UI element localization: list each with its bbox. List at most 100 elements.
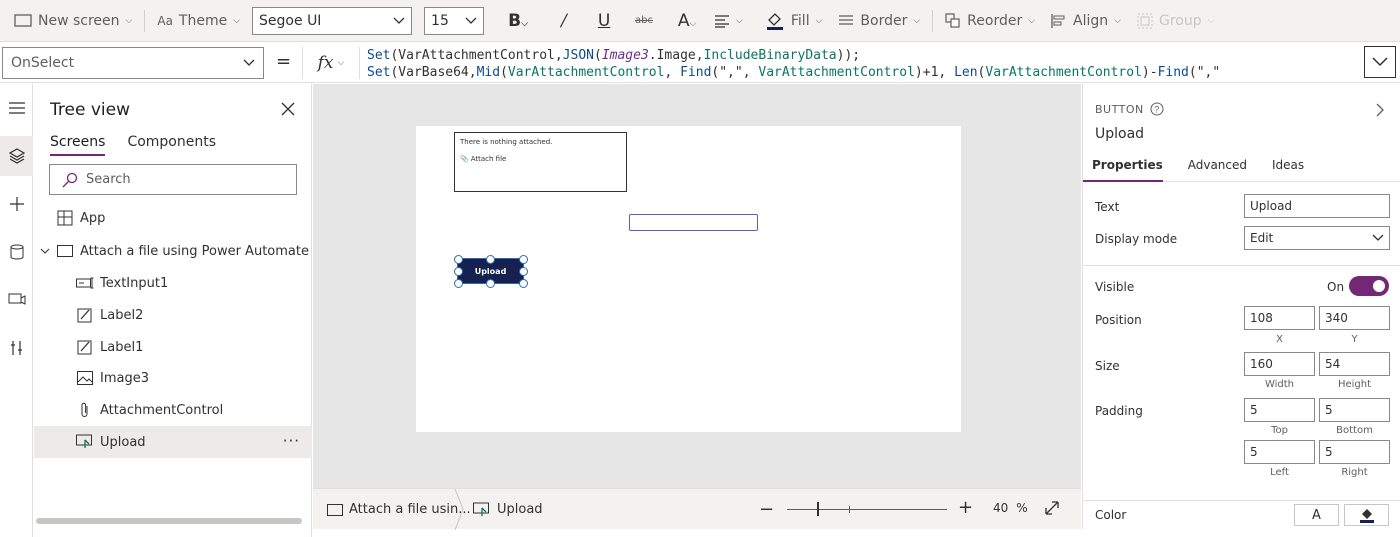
align-button[interactable]: Align ⌵ xyxy=(1043,0,1129,42)
tab-ideas[interactable]: Ideas xyxy=(1263,158,1304,182)
attach-file-link[interactable]: Attach file xyxy=(471,155,507,163)
tree-item-attachmentcontrol[interactable]: AttachmentControl xyxy=(34,394,312,426)
formula-token: ( xyxy=(500,65,508,79)
property-select[interactable]: OnSelect xyxy=(2,47,264,79)
bold-button[interactable]: B⌵ xyxy=(498,11,538,31)
underline-button[interactable]: U xyxy=(584,11,624,31)
data-rail-button[interactable] xyxy=(0,232,33,272)
screen-icon xyxy=(327,503,343,516)
chevron-down-icon: ⌵ xyxy=(815,15,823,26)
padding-left-input[interactable]: 5 xyxy=(1244,440,1315,464)
tab-properties[interactable]: Properties xyxy=(1083,158,1163,182)
padding-right-input[interactable]: 5 xyxy=(1319,440,1390,464)
theme-button[interactable]: Aa Theme ⌵ xyxy=(149,0,248,42)
fill-button[interactable]: Fill ⌵ xyxy=(757,0,831,42)
status-bar: Attach a file usin... Upload − + 40 % xyxy=(313,488,1081,530)
formula-token: Len xyxy=(954,65,978,79)
help-icon[interactable]: ? xyxy=(1150,102,1164,116)
fit-to-window-button[interactable] xyxy=(1044,500,1060,520)
attachment-control[interactable]: There is nothing attached. 📎 Attach file xyxy=(454,132,627,192)
toolbar-divider xyxy=(144,9,146,32)
close-tree-view-button[interactable] xyxy=(278,99,298,119)
strikethrough-button[interactable]: abc xyxy=(624,15,664,26)
tree-item-upload[interactable]: Upload ··· xyxy=(34,426,312,458)
group-label: Group xyxy=(1159,12,1202,29)
collapse-pane-button[interactable] xyxy=(1375,102,1385,122)
tree-search-input[interactable]: Search xyxy=(49,164,297,195)
text-property-input[interactable]: Upload xyxy=(1244,194,1390,218)
tab-advanced[interactable]: Advanced xyxy=(1179,158,1247,182)
resize-handle-top-left[interactable] xyxy=(454,255,463,264)
italic-button[interactable]: / xyxy=(544,11,584,31)
label-edit-icon xyxy=(76,306,94,324)
text-align-button[interactable]: ⌵ xyxy=(710,0,747,42)
formula-bar: OnSelect = fx ⌵ Set(VarAttachmentControl… xyxy=(0,43,1400,83)
ribbon-toolbar: New screen ⌵ Aa Theme ⌵ Segoe UI 15 B⌵ /… xyxy=(0,0,1400,42)
function-button[interactable]: fx ⌵ xyxy=(302,47,360,79)
chevron-down-icon xyxy=(465,17,477,24)
text-color-glyph: A xyxy=(1312,507,1321,523)
text-input-control[interactable] xyxy=(629,214,758,231)
border-button[interactable]: Border ⌵ xyxy=(830,0,928,42)
resize-handle-left[interactable] xyxy=(454,267,463,276)
resize-handle-right[interactable] xyxy=(519,267,528,276)
reorder-button[interactable]: Reorder ⌵ xyxy=(937,0,1043,42)
formula-token: (VarAttachmentControl, xyxy=(390,48,563,63)
resize-handle-top-right[interactable] xyxy=(519,255,528,264)
resize-handle-top[interactable] xyxy=(486,255,495,264)
resize-handle-bottom-right[interactable] xyxy=(519,279,528,288)
formula-token: )- xyxy=(1141,65,1158,79)
height-input[interactable]: 54 xyxy=(1319,352,1390,376)
group-button[interactable]: Group ⌵ xyxy=(1129,0,1222,42)
design-canvas[interactable]: There is nothing attached. 📎 Attach file… xyxy=(313,84,1081,488)
tree-item-app[interactable]: App xyxy=(34,202,312,234)
fill-label: Fill xyxy=(790,12,810,29)
more-options-button[interactable]: ··· xyxy=(283,432,300,450)
display-mode-select[interactable]: Edit xyxy=(1244,226,1390,250)
color-label: Color xyxy=(1095,508,1127,522)
zoom-slider-thumb[interactable] xyxy=(817,502,819,516)
formula-editor[interactable]: Set(VarAttachmentControl,JSON(Image3.Ima… xyxy=(367,47,1357,79)
control-name[interactable]: Upload xyxy=(1095,126,1144,142)
tab-screens[interactable]: Screens xyxy=(50,134,106,156)
breadcrumb-screen[interactable]: Attach a file usin... xyxy=(327,489,471,530)
chevron-right-icon xyxy=(1376,103,1384,117)
font-family-select[interactable]: Segoe UI xyxy=(252,6,413,35)
tree-view-rail-button[interactable] xyxy=(0,136,33,176)
formula-token: VarAttachmentControl xyxy=(758,65,915,79)
padding-bottom-input[interactable]: 5 xyxy=(1319,398,1390,422)
position-x-input[interactable]: 108 xyxy=(1244,306,1315,330)
resize-handle-bottom[interactable] xyxy=(486,279,495,288)
resize-handle-bottom-left[interactable] xyxy=(454,279,463,288)
width-input[interactable]: 160 xyxy=(1244,352,1315,376)
fill-color-button[interactable] xyxy=(1344,504,1389,526)
tree-item-label1[interactable]: Label1 xyxy=(34,331,312,363)
position-y-input[interactable]: 340 xyxy=(1319,306,1390,330)
app-screen[interactable]: There is nothing attached. 📎 Attach file… xyxy=(416,126,961,432)
tab-components[interactable]: Components xyxy=(127,134,216,156)
text-property-label: Text xyxy=(1095,200,1120,214)
zoom-out-button[interactable]: − xyxy=(759,499,774,520)
zoom-in-button[interactable]: + xyxy=(958,497,973,518)
font-size-select[interactable]: 15 xyxy=(424,6,485,35)
new-screen-button[interactable]: New screen ⌵ xyxy=(0,0,140,42)
zoom-slider-track[interactable] xyxy=(787,509,947,510)
tree-item-label2[interactable]: Label2 xyxy=(34,299,312,331)
visible-toggle[interactable] xyxy=(1349,276,1389,296)
padding-top-input[interactable]: 5 xyxy=(1244,398,1315,422)
breadcrumb-control[interactable]: Upload xyxy=(473,489,543,530)
advanced-tools-rail-button[interactable] xyxy=(0,328,33,368)
text-color-button[interactable]: A xyxy=(1294,504,1339,526)
tree-item-textinput1[interactable]: TextInput1 xyxy=(34,267,312,299)
tree-horizontal-scrollbar[interactable] xyxy=(36,518,302,524)
media-rail-button[interactable] xyxy=(0,280,33,320)
expand-formula-button[interactable] xyxy=(1364,46,1396,78)
hamburger-menu-button[interactable] xyxy=(0,88,33,128)
left-caption: Left xyxy=(1270,467,1289,478)
new-screen-icon xyxy=(14,13,32,27)
tree-item-image3[interactable]: Image3 xyxy=(34,362,312,394)
formula-token: (",", xyxy=(711,65,759,79)
tree-item-screen[interactable]: Attach a file using Power Automate xyxy=(34,235,312,267)
font-color-button[interactable]: A⌵ xyxy=(664,11,710,31)
insert-rail-button[interactable] xyxy=(0,184,33,224)
